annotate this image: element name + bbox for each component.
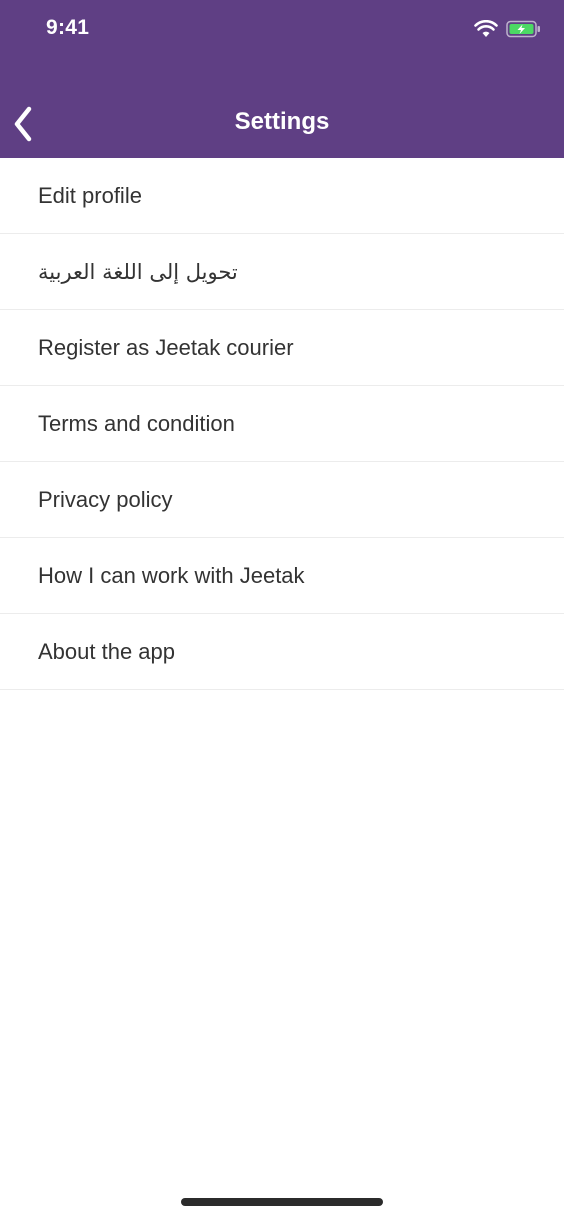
menu-item-terms[interactable]: Terms and condition — [0, 386, 564, 462]
menu-item-label: Register as Jeetak courier — [38, 334, 294, 360]
menu-item-label: Edit profile — [38, 182, 142, 208]
menu-item-switch-to-arabic[interactable]: تحويل إلى اللغة العربية — [0, 234, 564, 310]
menu-item-edit-profile[interactable]: Edit profile — [0, 158, 564, 234]
app-header: 9:41 Settings — [0, 0, 564, 158]
menu-item-label: Privacy policy — [38, 486, 173, 512]
battery-charging-icon — [506, 20, 542, 38]
wifi-icon — [474, 20, 498, 38]
page-title: Settings — [234, 108, 330, 135]
menu-item-label: Terms and condition — [38, 410, 235, 436]
menu-item-how-to-work[interactable]: How I can work with Jeetak — [0, 538, 564, 614]
menu-item-label: تحويل إلى اللغة العربية — [38, 259, 238, 284]
status-icons — [474, 20, 542, 38]
menu-item-about-app[interactable]: About the app — [0, 614, 564, 690]
home-indicator[interactable] — [181, 1198, 383, 1206]
menu-item-label: How I can work with Jeetak — [38, 562, 305, 588]
menu-item-register-courier[interactable]: Register as Jeetak courier — [0, 310, 564, 386]
menu-item-privacy-policy[interactable]: Privacy policy — [0, 462, 564, 538]
menu-item-label: About the app — [38, 638, 176, 664]
settings-menu: Edit profile تحويل إلى اللغة العربية Reg… — [0, 158, 564, 690]
status-time: 9:41 — [46, 16, 90, 39]
